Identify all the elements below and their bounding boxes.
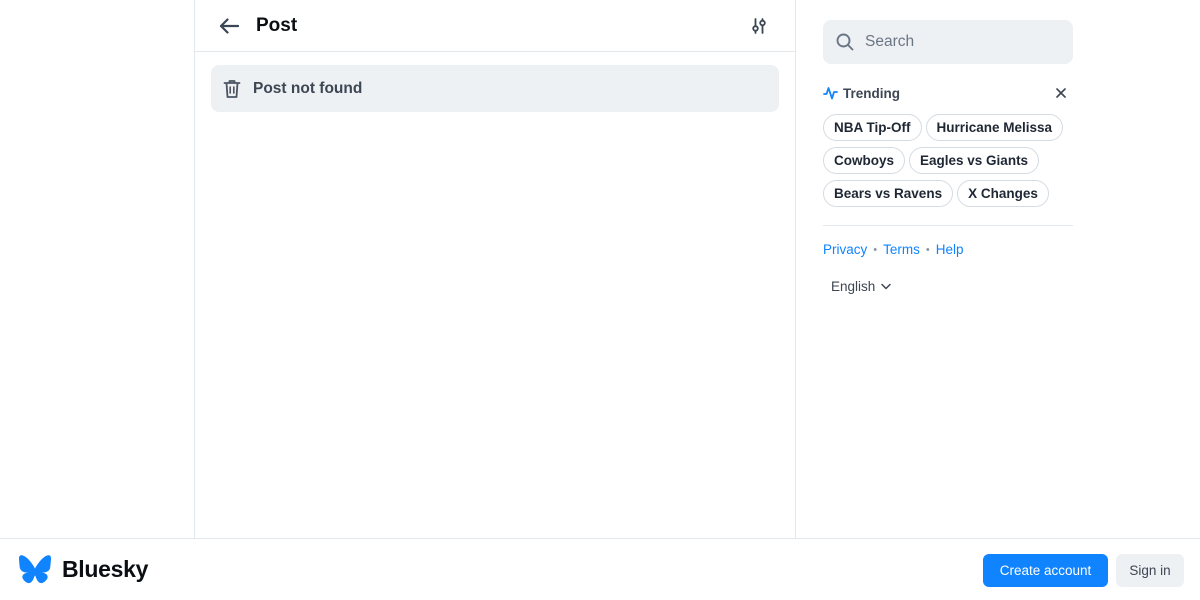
close-icon[interactable] — [1053, 85, 1069, 101]
divider — [823, 225, 1073, 226]
language-label: English — [831, 279, 876, 294]
trending-label: Trending — [843, 85, 900, 101]
not-found-text: Post not found — [253, 79, 363, 97]
bluesky-logo[interactable]: Bluesky — [19, 555, 148, 584]
butterfly-icon — [19, 555, 51, 584]
arrow-left-icon — [219, 18, 239, 34]
search-input[interactable] — [863, 32, 1053, 52]
trash-icon — [222, 79, 242, 99]
trending-topic-chip[interactable]: NBA Tip-Off — [823, 114, 922, 141]
separator-dot: • — [873, 243, 878, 256]
language-select[interactable]: English — [831, 279, 1073, 294]
trending-topics: NBA Tip-Off Hurricane Melissa Cowboys Ea… — [823, 114, 1073, 207]
trending-header: Trending — [823, 84, 1073, 102]
separator-dot: • — [925, 243, 930, 256]
right-sidebar: Trending NBA Tip-Off Hurricane Melissa C… — [823, 20, 1073, 294]
trending-topic-chip[interactable]: X Changes — [957, 180, 1049, 207]
create-account-button[interactable]: Create account — [983, 554, 1108, 587]
help-link[interactable]: Help — [936, 242, 964, 257]
sliders-icon — [751, 18, 767, 34]
chevron-down-icon — [881, 283, 892, 290]
trending-topic-chip[interactable]: Cowboys — [823, 147, 906, 174]
page-title: Post — [256, 15, 298, 36]
sign-in-button[interactable]: Sign in — [1116, 554, 1184, 587]
search-box[interactable] — [823, 20, 1073, 64]
main-column: Post Post not found — [194, 0, 796, 539]
trending-topic-chip[interactable]: Eagles vs Giants — [909, 147, 1040, 174]
trending-topic-chip[interactable]: Hurricane Melissa — [925, 114, 1064, 141]
trending-pulse-icon — [823, 86, 838, 100]
bottom-bar: Bluesky Create account Sign in — [0, 538, 1200, 600]
post-header: Post — [195, 0, 795, 52]
privacy-link[interactable]: Privacy — [823, 242, 867, 257]
terms-link[interactable]: Terms — [883, 242, 920, 257]
back-button[interactable] — [213, 12, 245, 40]
thread-settings-button[interactable] — [743, 12, 775, 40]
trending-topic-chip[interactable]: Bears vs Ravens — [823, 180, 954, 207]
footer-links: Privacy • Terms • Help — [823, 242, 1073, 257]
brand-name: Bluesky — [62, 556, 149, 582]
search-icon — [836, 33, 854, 51]
post-not-found-notice: Post not found — [211, 65, 779, 112]
